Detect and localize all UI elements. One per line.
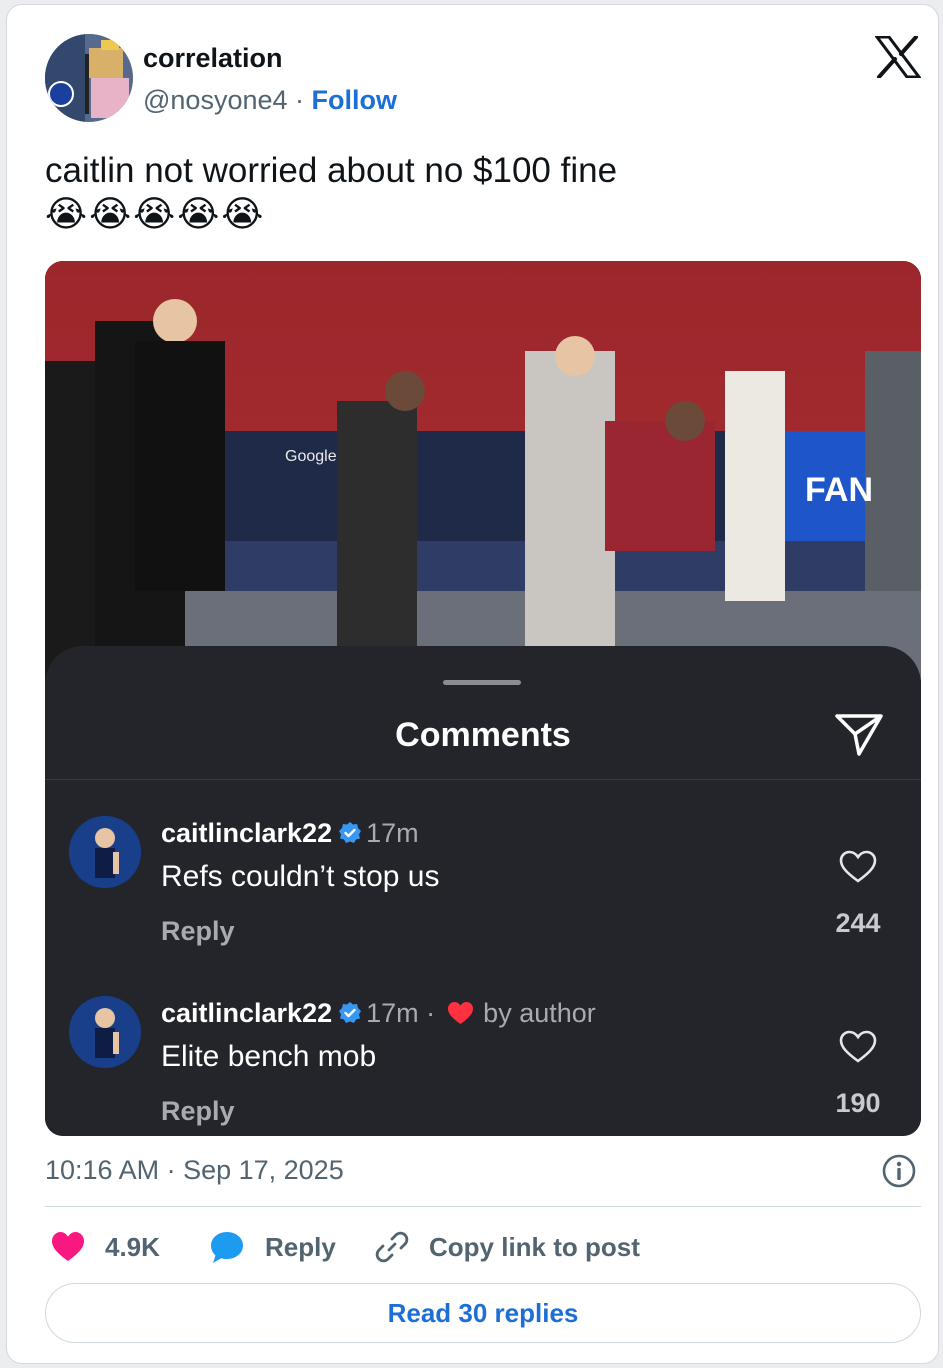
author-liked-heart-icon [447,1002,473,1024]
commenter-avatar[interactable] [69,996,141,1068]
link-icon [375,1231,409,1263]
comment-badge: by author [475,998,596,1028]
tweet-timestamp[interactable]: 10:16 AM · Sep 17, 2025 [45,1155,344,1186]
copy-link-button[interactable]: Copy link to post [375,1227,640,1267]
meta-separator: · [295,85,312,115]
author-meta: @nosyone4 · Follow [143,85,397,116]
heart-outline-icon[interactable] [839,1030,877,1064]
info-icon[interactable] [881,1153,917,1189]
comments-title: Comments [395,716,571,754]
verified-badge-icon [339,822,362,843]
like-button[interactable]: 4.9K [51,1227,160,1267]
svg-text:FAN: FAN [805,471,873,509]
copy-link-label: Copy link to post [429,1231,640,1262]
sheet-divider [45,779,921,780]
comment-username[interactable]: caitlinclark22 [161,818,332,848]
comment-reply-button[interactable]: Reply [161,1096,235,1127]
comment-like-count: 190 [835,1088,881,1118]
avatar-image [69,996,141,1068]
tweet-media[interactable]: Google FAN Comments caitlinclark22 17m R… [45,261,921,1136]
comment-header: caitlinclark22 17m · by author [161,998,596,1029]
comment-text: Elite bench mob [161,1040,377,1073]
reply-label: Reply [265,1231,336,1262]
author-handle[interactable]: @nosyone4 [143,85,288,115]
tweet-card: correlation @nosyone4 · Follow caitlin n… [6,4,939,1364]
avatar-image [69,816,141,888]
court-celebration-photo: Google FAN [45,261,921,681]
footer-divider [45,1206,921,1207]
comment-time: 17m [366,998,419,1028]
author-avatar[interactable] [45,34,133,122]
like-count: 4.9K [105,1231,160,1262]
crying-emoji-row: 😭😭😭😭😭 [45,194,266,235]
comment-text: Refs couldn’t stop us [161,860,440,893]
author-name[interactable]: correlation [143,43,283,74]
heart-filled-icon [52,1232,84,1261]
comment-like-count: 244 [835,908,881,938]
comment-item: caitlinclark22 17m · by author Elite benc… [45,996,921,1136]
comment-header: caitlinclark22 17m [161,818,419,849]
verified-badge-icon [339,1002,362,1023]
avatar-image [45,34,133,122]
comments-sheet: Comments caitlinclark22 17m Refs couldn’… [45,646,921,1136]
follow-link[interactable]: Follow [312,85,397,115]
send-icon[interactable] [833,708,885,760]
comment-username[interactable]: caitlinclark22 [161,998,332,1028]
reply-button[interactable]: Reply [209,1227,336,1267]
comment-item: caitlinclark22 17m Refs couldn’t stop us … [45,816,921,956]
x-logo-icon[interactable] [875,36,921,78]
commenter-avatar[interactable] [69,816,141,888]
comment-time: 17m [366,818,419,848]
heart-outline-icon[interactable] [839,850,877,884]
tweet-text: caitlin not worried about no $100 fine [45,151,618,190]
read-replies-button[interactable]: Read 30 replies [45,1283,921,1343]
sheet-drag-handle[interactable] [443,680,521,685]
speech-bubble-icon [211,1232,243,1263]
comment-reply-button[interactable]: Reply [161,916,235,947]
svg-text:Google: Google [285,448,337,465]
comment-separator: · [426,998,443,1028]
